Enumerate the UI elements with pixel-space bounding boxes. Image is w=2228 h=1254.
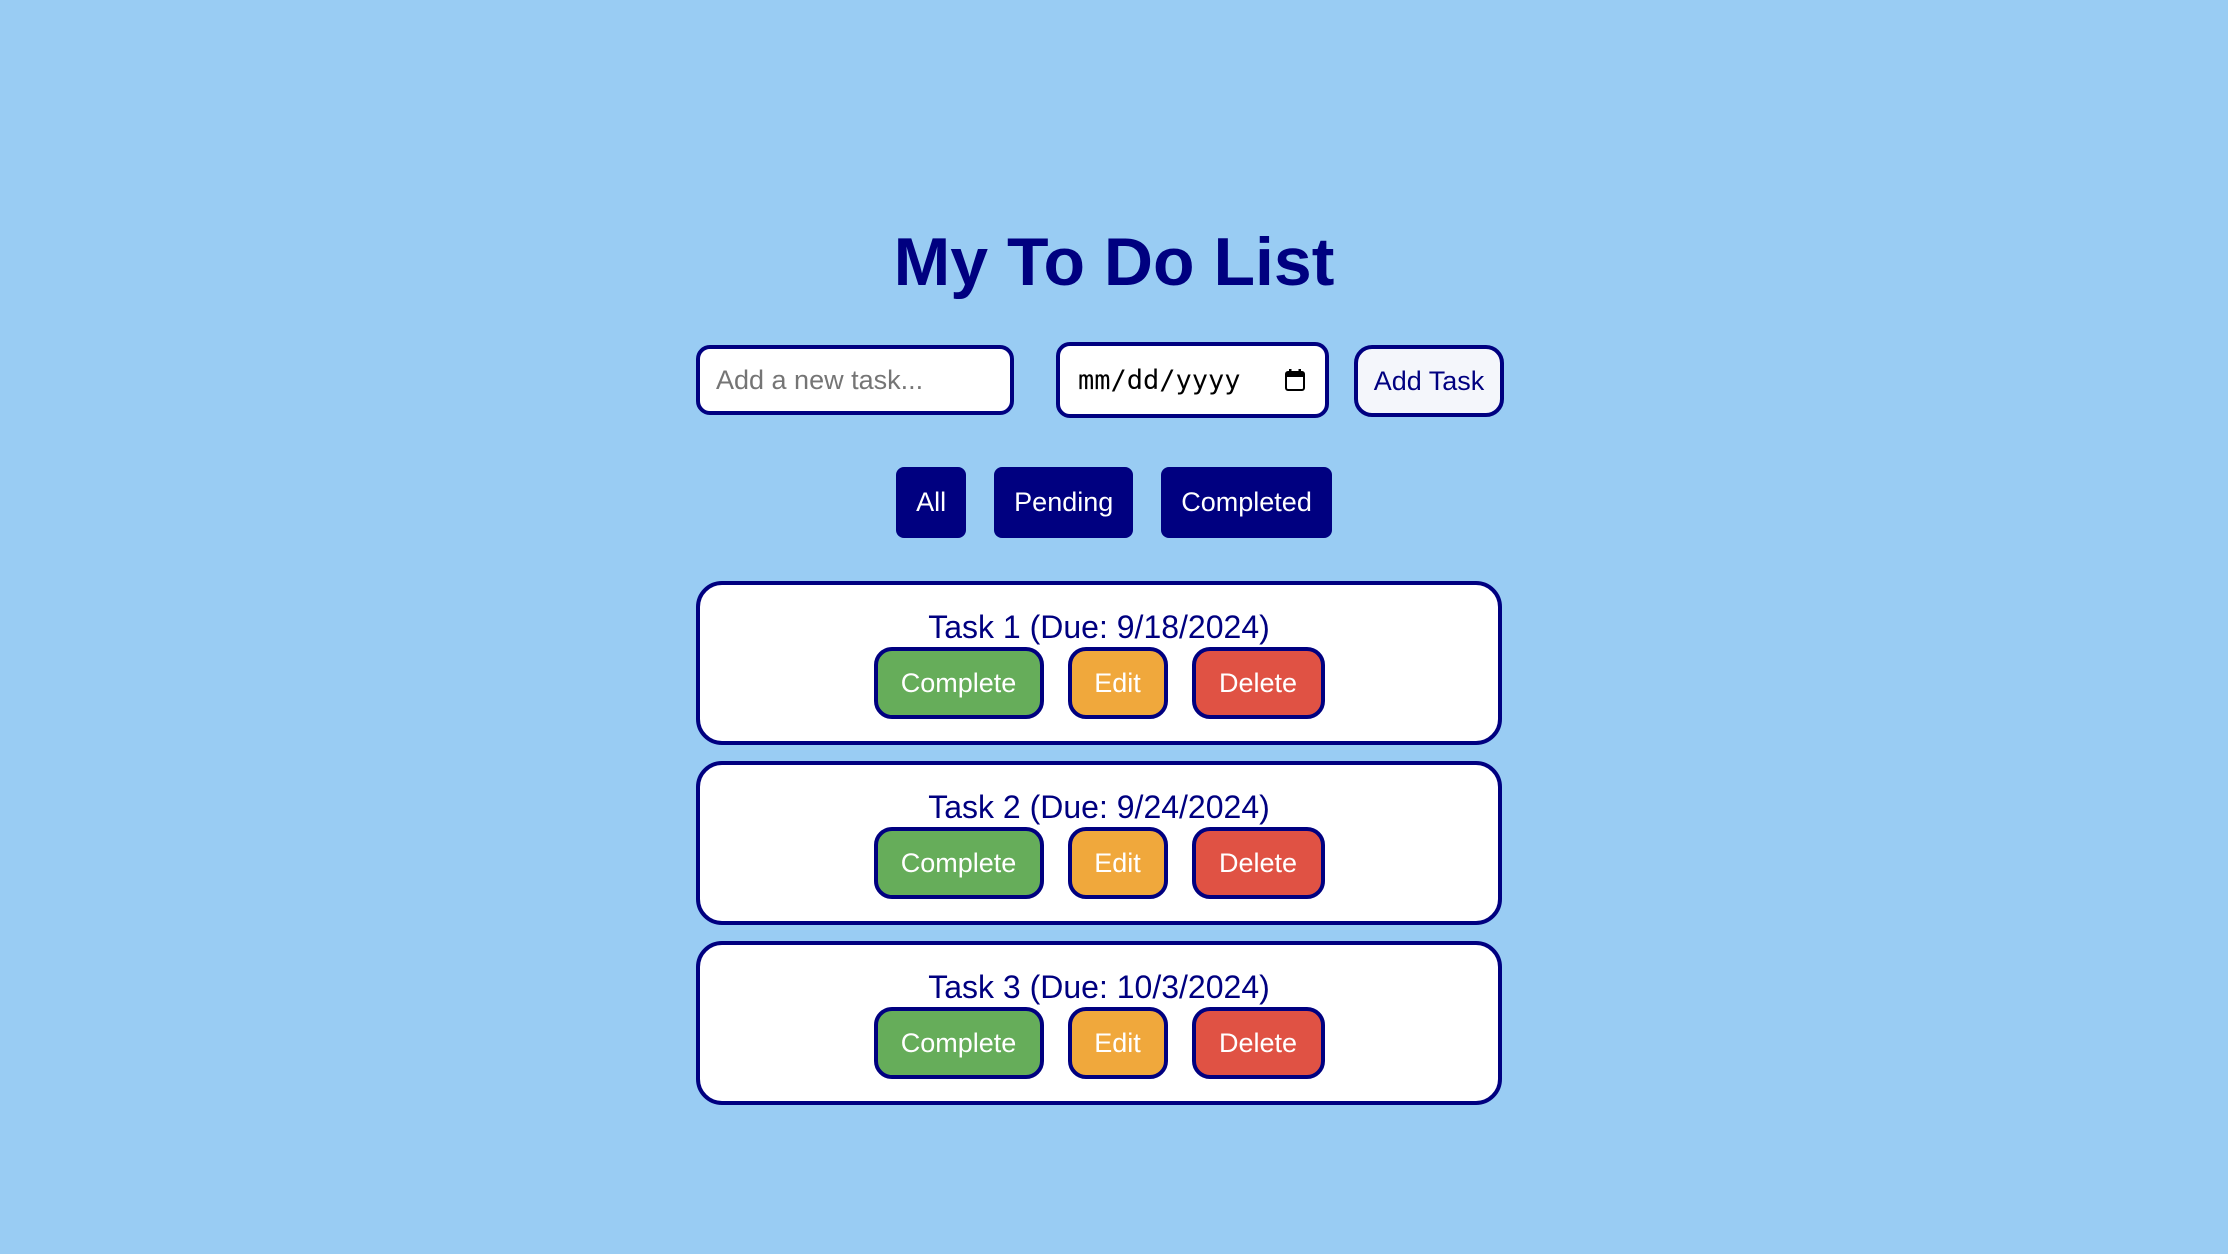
task-text: Task 3 (Due: 10/3/2024) [928,969,1270,1005]
new-task-input[interactable] [696,345,1014,415]
add-task-button[interactable]: Add Task [1354,345,1504,417]
task-item: Task 2 (Due: 9/24/2024) Complete Edit De… [696,761,1502,925]
filter-all-button[interactable]: All [896,467,967,538]
delete-button[interactable]: Delete [1191,1007,1325,1079]
edit-button[interactable]: Edit [1067,827,1168,899]
edit-button[interactable]: Edit [1067,647,1168,719]
task-list: Task 1 (Due: 9/18/2024) Complete Edit De… [696,581,1502,1121]
delete-button[interactable]: Delete [1191,827,1325,899]
add-task-form: mm/dd/yyyy Add Task [696,342,1504,418]
complete-button[interactable]: Complete [873,647,1044,719]
task-text: Task 1 (Due: 9/18/2024) [928,609,1270,645]
task-item: Task 3 (Due: 10/3/2024) Complete Edit De… [696,941,1502,1105]
filter-bar: All Pending Completed [0,467,2228,538]
due-date-input[interactable]: mm/dd/yyyy [1056,342,1329,418]
task-text: Task 2 (Due: 9/24/2024) [928,789,1270,825]
page-title: My To Do List [893,224,1335,300]
task-actions: Complete Edit Delete [700,1007,1498,1079]
complete-button[interactable]: Complete [873,827,1044,899]
task-actions: Complete Edit Delete [700,827,1498,899]
task-item: Task 1 (Due: 9/18/2024) Complete Edit De… [696,581,1502,745]
delete-button[interactable]: Delete [1191,647,1325,719]
filter-pending-button[interactable]: Pending [994,467,1134,538]
complete-button[interactable]: Complete [873,1007,1044,1079]
edit-button[interactable]: Edit [1067,1007,1168,1079]
filter-completed-button[interactable]: Completed [1161,467,1332,538]
task-actions: Complete Edit Delete [700,647,1498,719]
todo-app: My To Do List mm/dd/yyyy Add Task All Pe… [0,0,2228,1254]
due-date-placeholder: mm/dd/yyyy [1078,364,1241,396]
calendar-icon[interactable] [1285,369,1305,391]
